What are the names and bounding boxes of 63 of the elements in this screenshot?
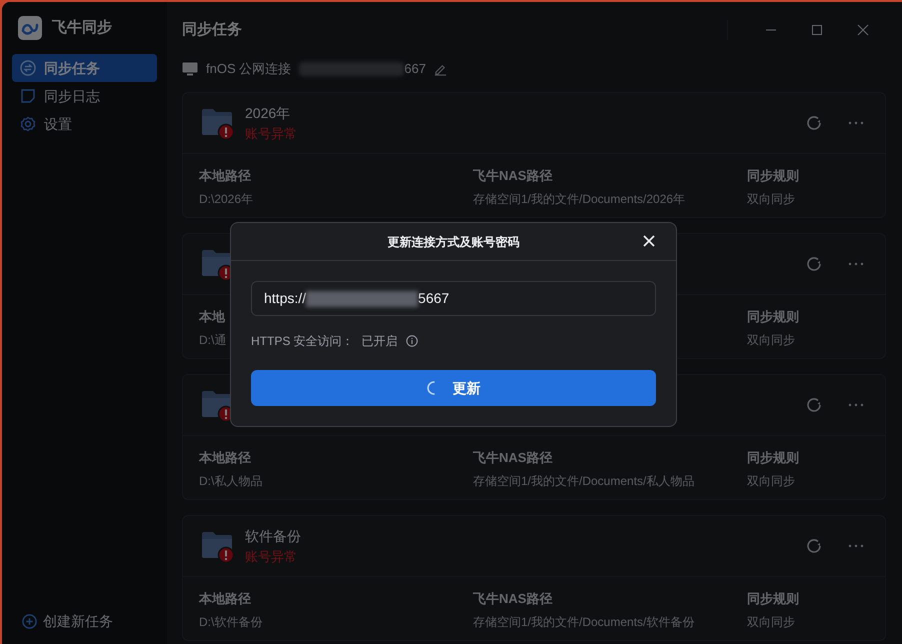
field-label: 本地路径: [199, 449, 251, 467]
url-prefix: https://: [264, 289, 306, 308]
field-value: 双向同步: [747, 332, 795, 348]
field-label: 同步规则: [747, 590, 799, 608]
field-label: 本地: [199, 308, 225, 326]
field-value: D:\私人物品: [199, 472, 262, 490]
sync-icon: [20, 60, 36, 76]
https-label: HTTPS 安全访问：: [251, 333, 354, 350]
field-value: 双向同步: [747, 472, 795, 490]
maximize-icon: [811, 24, 823, 36]
https-status: 已开启: [362, 333, 398, 350]
task-status: 账号异常: [245, 124, 297, 143]
app-logo-icon: [18, 16, 42, 40]
connection-address: 667: [404, 60, 426, 78]
field-label: 同步规则: [747, 167, 799, 185]
task-name: 软件备份: [245, 526, 301, 546]
folder-error-icon: [201, 529, 235, 563]
plus-circle-icon: [22, 614, 37, 629]
field-value: 存储空间1/我的文件/Documents/软件备份: [473, 614, 694, 630]
monitor-icon: [182, 62, 198, 76]
app-name: 飞牛同步: [52, 18, 112, 38]
task-status: 账号异常: [245, 548, 298, 566]
dialog-title: 更新连接方式及账号密码: [388, 234, 520, 250]
field-value: 双向同步: [747, 190, 795, 208]
connection-label: fnOS 公网连接: [206, 60, 292, 78]
field-label: 飞牛NAS路径: [473, 167, 552, 185]
field-label: 飞牛NAS路径: [473, 449, 552, 467]
close-icon: [857, 24, 869, 36]
note-icon: [20, 88, 36, 104]
info-icon: [406, 335, 418, 347]
refresh-icon: [805, 255, 823, 273]
field-value: 双向同步: [747, 614, 795, 630]
field-value: D:\2026年: [199, 190, 254, 208]
field-label: 同步规则: [747, 449, 799, 467]
more-icon: [848, 403, 864, 407]
settings-icon: [20, 116, 36, 132]
field-label: 同步规则: [747, 308, 799, 326]
more-icon: [848, 121, 864, 125]
folder-error-icon: [201, 106, 235, 140]
refresh-icon: [805, 114, 823, 132]
sidebar-item[interactable]: 设置: [12, 110, 157, 138]
update-button[interactable]: 更新: [251, 370, 656, 406]
close-icon: [643, 235, 655, 247]
field-value: 存储空间1/我的文件/Documents/私人物品: [473, 472, 694, 490]
field-value: 存储空间1/我的文件/Documents/2026年: [473, 190, 686, 208]
field-label: 飞牛NAS路径: [473, 590, 552, 608]
refresh-icon: [805, 537, 823, 555]
refresh-icon: [805, 396, 823, 414]
url-field[interactable]: https:// 5667: [251, 281, 656, 316]
sidebar-item[interactable]: 同步任务: [12, 54, 157, 82]
field-value: D:\软件备份: [199, 614, 262, 630]
more-icon: [848, 262, 864, 266]
more-icon: [848, 544, 864, 548]
close-button[interactable]: [642, 234, 656, 248]
field-label: 本地路径: [199, 167, 251, 185]
edit-icon: [434, 62, 447, 76]
url-suffix: 5667: [418, 289, 450, 308]
task-name: 2026年: [245, 104, 292, 123]
page-title: 同步任务: [182, 20, 242, 40]
create-task-button[interactable]: 创建新任务: [12, 611, 157, 632]
field-label: 本地路径: [199, 590, 251, 608]
sidebar-item[interactable]: 同步日志: [12, 82, 157, 110]
field-value: D:\通: [199, 332, 226, 348]
